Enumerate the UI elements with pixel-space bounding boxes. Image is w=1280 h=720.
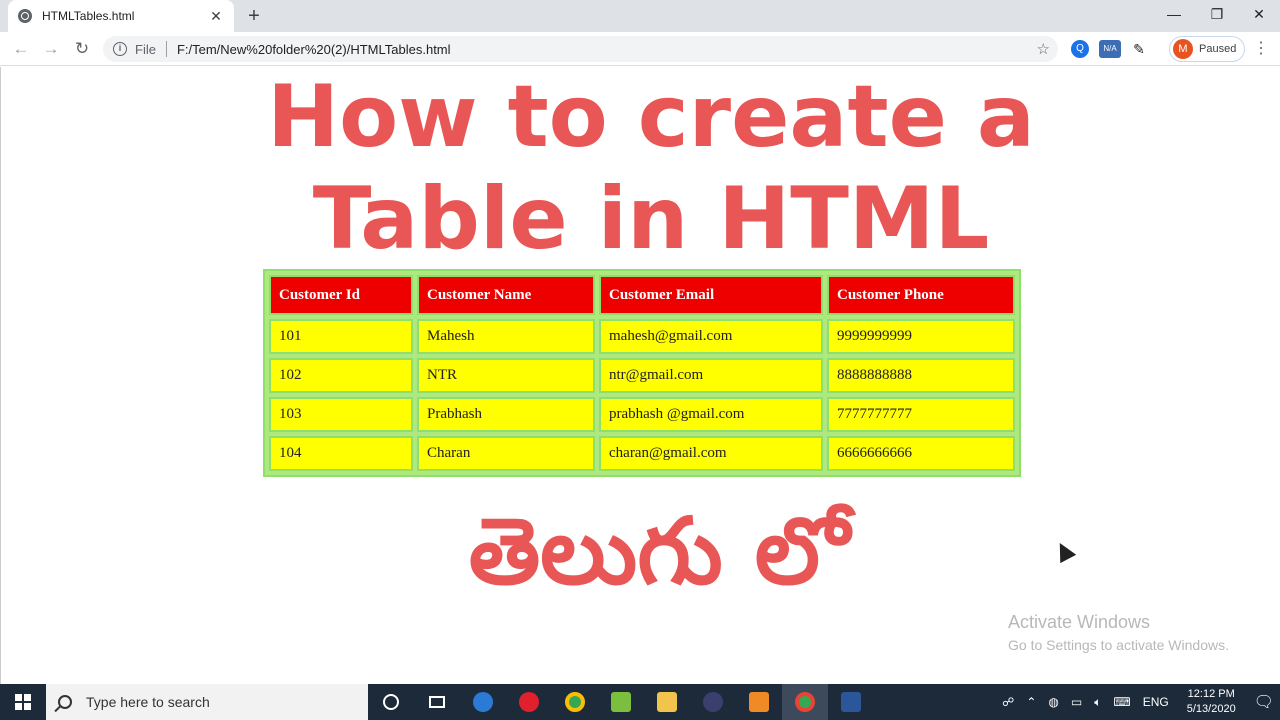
language-indicator[interactable]: ENG xyxy=(1143,695,1169,709)
header-customer-id: Customer Id xyxy=(269,275,413,315)
activate-windows-watermark: Activate Windows Go to Settings to activ… xyxy=(1008,612,1229,653)
table-header-row: Customer Id Customer Name Customer Email… xyxy=(269,275,1015,315)
address-divider xyxy=(165,41,167,57)
word-icon[interactable] xyxy=(828,684,874,720)
cell-email: charan@gmail.com xyxy=(599,436,823,471)
chrome-icon[interactable] xyxy=(552,684,598,720)
cell-id: 101 xyxy=(269,319,413,354)
clock-date: 5/13/2020 xyxy=(1186,703,1236,715)
browser-tab[interactable]: HTMLTables.html ✕ xyxy=(8,0,234,32)
header-customer-phone: Customer Phone xyxy=(827,275,1015,315)
back-button[interactable]: ← xyxy=(9,37,33,61)
page-title-line-2: Table in HTML xyxy=(312,169,990,269)
globe-icon xyxy=(18,9,32,23)
search-placeholder: Type here to search xyxy=(86,694,210,710)
address-bar[interactable]: i File F:/Tem/New%20folder%20(2)/HTMLTab… xyxy=(103,36,1058,62)
cortana-icon[interactable] xyxy=(368,684,414,720)
screen: HTMLTables.html ✕ + — ❐ ✕ ← → ↻ i File F… xyxy=(0,0,1280,720)
network-icon[interactable]: ◍ xyxy=(1048,695,1058,709)
cell-name: Mahesh xyxy=(417,319,595,354)
cell-id: 103 xyxy=(269,397,413,432)
forward-button[interactable]: → xyxy=(39,37,63,61)
volume-icon[interactable]: 🔈︎ xyxy=(1094,695,1101,710)
cell-id: 104 xyxy=(269,436,413,471)
search-icon xyxy=(58,695,72,709)
profile-status: Paused xyxy=(1199,43,1237,55)
tab-bar: HTMLTables.html ✕ + — ❐ ✕ xyxy=(0,0,1280,32)
profile-button[interactable]: M Paused xyxy=(1169,36,1245,62)
battery-icon[interactable]: ▭ xyxy=(1071,695,1082,709)
cell-name: Charan xyxy=(417,436,595,471)
watermark-subtitle: Go to Settings to activate Windows. xyxy=(1008,637,1229,653)
keyboard-icon[interactable]: ⌨ xyxy=(1113,695,1130,709)
cell-phone: 7777777777 xyxy=(827,397,1015,432)
close-tab-icon[interactable]: ✕ xyxy=(208,8,224,25)
address-url[interactable]: F:/Tem/New%20folder%20(2)/HTMLTables.htm… xyxy=(177,42,1037,57)
cell-name: Prabhash xyxy=(417,397,595,432)
bookmark-star-icon[interactable]: ☆ xyxy=(1037,40,1050,58)
avatar: M xyxy=(1173,39,1193,59)
chrome-profile-icon[interactable] xyxy=(782,684,828,720)
cell-email: ntr@gmail.com xyxy=(599,358,823,393)
eclipse-icon[interactable] xyxy=(690,684,736,720)
cell-phone: 8888888888 xyxy=(827,358,1015,393)
address-scheme: File xyxy=(135,41,156,57)
system-tray: ☍ ⌃ ◍ ▭ 🔈︎ ⌨ ENG 12:12 PM 5/13/2020 🗨︎ xyxy=(996,687,1280,717)
header-customer-name: Customer Name xyxy=(417,275,595,315)
table-row: 104 Charan charan@gmail.com 6666666666 xyxy=(269,436,1015,471)
opera-icon[interactable] xyxy=(506,684,552,720)
start-button[interactable] xyxy=(0,684,46,720)
file-explorer-icon[interactable] xyxy=(644,684,690,720)
new-tab-button[interactable]: + xyxy=(242,4,266,28)
browser-menu-icon[interactable]: ⋮ xyxy=(1252,38,1270,60)
page-title-line-1: How to create a xyxy=(267,67,1035,167)
cell-email: prabhash @gmail.com xyxy=(599,397,823,432)
na-extension-icon[interactable]: N/A xyxy=(1099,40,1121,58)
table-row: 101 Mahesh mahesh@gmail.com 9999999999 xyxy=(269,319,1015,354)
cell-email: mahesh@gmail.com xyxy=(599,319,823,354)
notepad-icon[interactable] xyxy=(598,684,644,720)
customer-table: Customer Id Customer Name Customer Email… xyxy=(263,269,1021,477)
table-row: 103 Prabhash prabhash @gmail.com 7777777… xyxy=(269,397,1015,432)
cell-phone: 9999999999 xyxy=(827,319,1015,354)
task-view-icon[interactable] xyxy=(414,684,460,720)
restore-button[interactable]: ❐ xyxy=(1196,0,1238,30)
info-icon[interactable]: i xyxy=(113,42,127,56)
edge-icon[interactable] xyxy=(460,684,506,720)
cell-phone: 6666666666 xyxy=(827,436,1015,471)
pen-extension-icon[interactable]: ✎ xyxy=(1130,40,1148,58)
people-icon[interactable]: ☍ xyxy=(1002,695,1014,709)
minimize-button[interactable]: — xyxy=(1153,0,1195,30)
close-window-button[interactable]: ✕ xyxy=(1238,0,1280,30)
cell-id: 102 xyxy=(269,358,413,393)
cell-name: NTR xyxy=(417,358,595,393)
tab-title: HTMLTables.html xyxy=(42,9,135,23)
clock[interactable]: 12:12 PM 5/13/2020 xyxy=(1187,687,1236,717)
page-content: How to create a Table in HTML Customer I… xyxy=(0,67,1280,684)
sublime-icon[interactable] xyxy=(736,684,782,720)
clock-time: 12:12 PM xyxy=(1187,688,1235,700)
header-customer-email: Customer Email xyxy=(599,275,823,315)
watermark-title: Activate Windows xyxy=(1008,612,1151,632)
notification-icon[interactable]: 🗨︎ xyxy=(1254,692,1274,712)
telugu-caption: తెలుగు లో xyxy=(468,498,850,605)
taskbar: Type here to search ☍ ⌃ ◍ ▭ 🔈︎ ⌨ ENG 12:… xyxy=(0,684,1280,720)
windows-logo-icon xyxy=(15,694,31,710)
table-row: 102 NTR ntr@gmail.com 8888888888 xyxy=(269,358,1015,393)
chevron-up-icon[interactable]: ⌃ xyxy=(1026,695,1036,709)
taskbar-search[interactable]: Type here to search xyxy=(46,684,368,720)
search-extension-icon[interactable]: Q xyxy=(1071,40,1089,58)
browser-toolbar: ← → ↻ i File F:/Tem/New%20folder%20(2)/H… xyxy=(0,32,1280,66)
reload-button[interactable]: ↻ xyxy=(70,37,94,61)
